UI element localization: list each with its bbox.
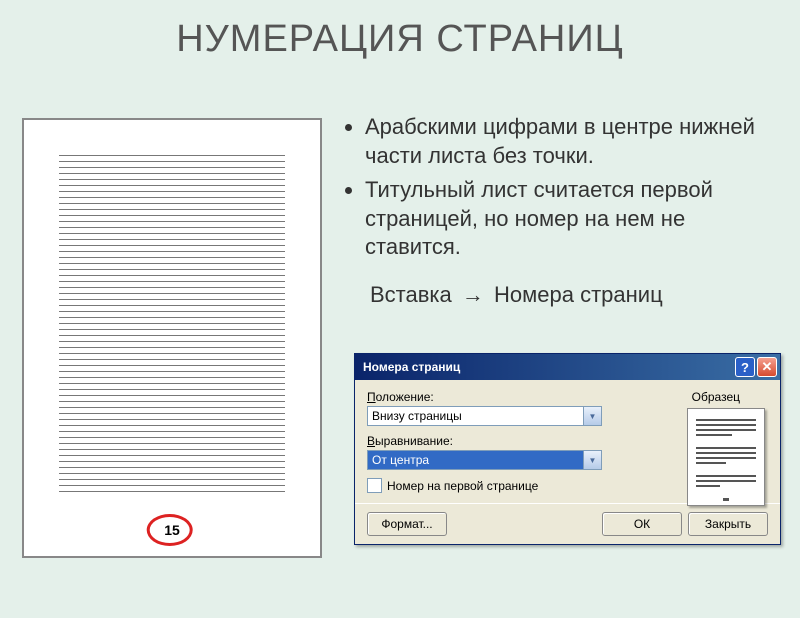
position-dropdown[interactable]: Внизу страницы ▼ [367, 406, 602, 426]
checkbox[interactable] [367, 478, 382, 493]
page-numbers-dialog: Номера страниц ? ✕ Положение: Внизу стра… [354, 353, 781, 545]
page-preview: 15 [22, 118, 322, 558]
slide-title: НУМЕРАЦИЯ СТРАНИЦ [0, 18, 800, 61]
bullet-2: Титульный лист считается первой странице… [365, 176, 780, 262]
menu-path: Вставка → Номера страниц [370, 282, 780, 308]
close-icon[interactable]: ✕ [757, 357, 777, 377]
text-lines [59, 155, 285, 492]
sample-label: Образец [692, 390, 740, 404]
highlight-circle [147, 514, 193, 546]
close-button[interactable]: Закрыть [688, 512, 768, 536]
chevron-down-icon[interactable]: ▼ [583, 451, 601, 469]
arrow-icon: → [462, 282, 484, 307]
ok-button[interactable]: ОК [602, 512, 682, 536]
content-area: Арабскими цифрами в центре нижней части … [340, 113, 780, 308]
bullet-list: Арабскими цифрами в центре нижней части … [365, 113, 780, 262]
dialog-title: Номера страниц [363, 360, 460, 374]
dialog-titlebar: Номера страниц ? ✕ [355, 354, 780, 380]
bullet-1: Арабскими цифрами в центре нижней части … [365, 113, 780, 170]
checkbox-label: Номер на первой странице [387, 479, 538, 493]
help-button[interactable]: ? [735, 357, 755, 377]
format-button[interactable]: Формат... [367, 512, 447, 536]
sample-preview [687, 408, 765, 506]
align-dropdown[interactable]: От центра ▼ [367, 450, 602, 470]
chevron-down-icon[interactable]: ▼ [583, 407, 601, 425]
